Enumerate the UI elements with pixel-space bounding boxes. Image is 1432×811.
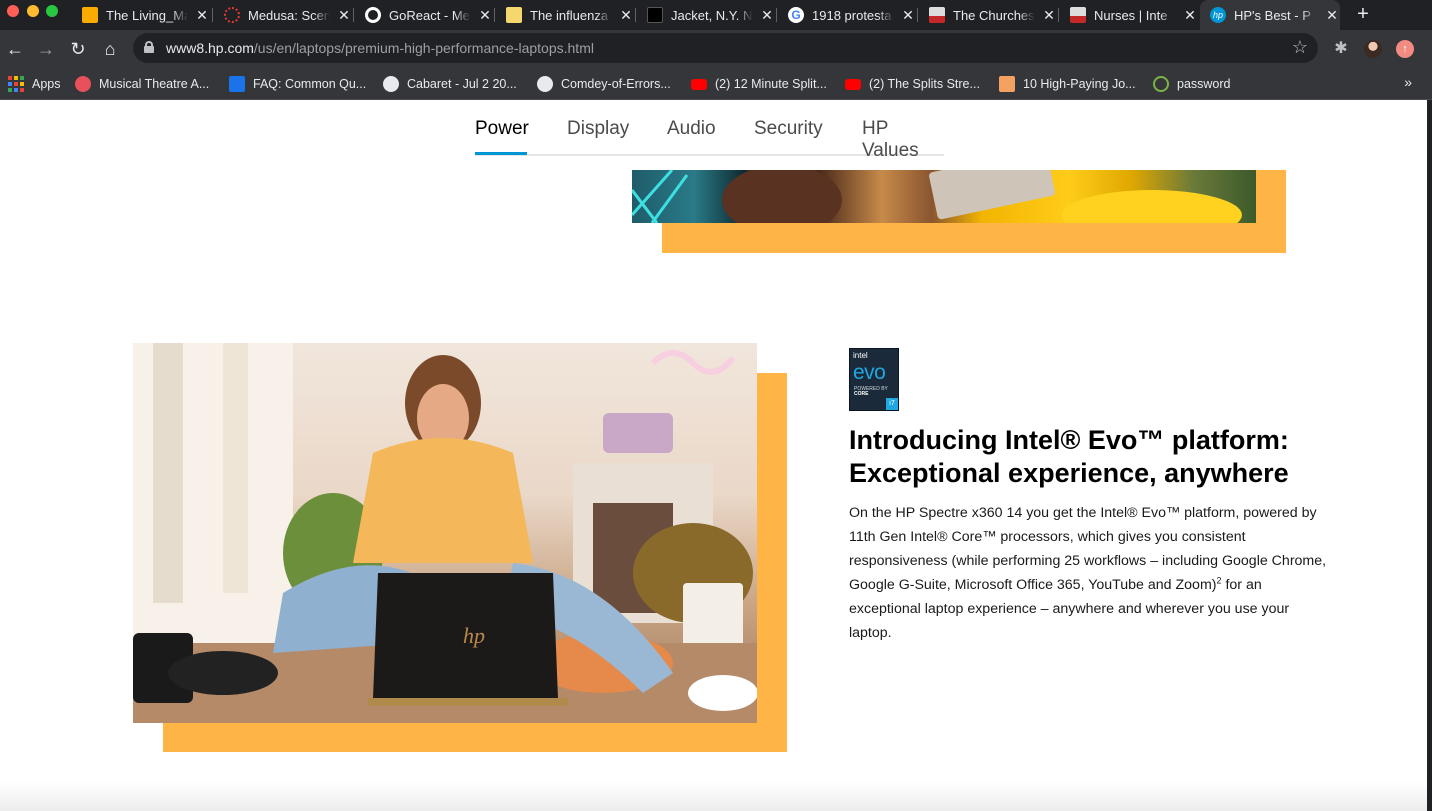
bookmark-faq[interactable]: FAQ: Common Qu... — [229, 74, 366, 94]
forward-arrow-icon[interactable]: → — [35, 38, 57, 60]
tab-strip: The Living_Ma ✕ Medusa: Scen ✕ GoReact -… — [0, 0, 1432, 30]
subnav-audio[interactable]: Audio — [667, 118, 716, 140]
intel-evo-badge: intel evo POWERED BY CORE i7 — [849, 348, 899, 411]
extensions-puzzle-icon[interactable]: ✱ — [1332, 40, 1350, 58]
feature-description: On the HP Spectre x360 14 you get the In… — [849, 505, 1327, 641]
tab-1918-protest[interactable]: G 1918 protesta ✕ — [788, 0, 916, 30]
zoom-window-button[interactable] — [46, 5, 58, 17]
close-tab-icon[interactable]: ✕ — [477, 7, 493, 24]
tab-title: 1918 protesta — [812, 7, 892, 23]
tab-title: Medusa: Scen — [248, 7, 330, 23]
url-text[interactable]: www8.hp.com/us/en/laptops/premium-high-p… — [166, 40, 594, 56]
active-tab-underline — [475, 152, 527, 155]
close-tab-icon[interactable]: ✕ — [618, 7, 634, 24]
bookmark-splits-stretch[interactable]: (2) The Splits Stre... — [845, 74, 980, 94]
tab-influenza[interactable]: The influenza ✕ — [506, 0, 634, 30]
browser-toolbar: ← → ↻ ⌂ www8.hp.com/us/en/laptops/premiu… — [0, 30, 1432, 68]
medusa-icon — [224, 7, 240, 23]
nurses-icon — [1070, 7, 1086, 23]
feature-heading: Introducing Intel® Evo™ platform: Except… — [849, 425, 1289, 488]
bookmark-cabaret[interactable]: Cabaret - Jul 2 20... — [383, 74, 517, 94]
bookmark-password[interactable]: password — [1153, 74, 1231, 94]
tab-living-ma[interactable]: The Living_Ma ✕ — [82, 0, 210, 30]
profile-avatar[interactable] — [1364, 40, 1382, 58]
bookmark-12-minute-split[interactable]: (2) 12 Minute Split... — [691, 74, 827, 94]
close-tab-icon[interactable]: ✕ — [1182, 7, 1198, 24]
tab-jacket[interactable]: Jacket, N.Y. N ✕ — [647, 0, 775, 30]
globe-icon — [383, 76, 399, 92]
faq-icon — [229, 76, 245, 92]
bookmark-comedy-of-errors[interactable]: Comdey-of-Errors... — [537, 74, 671, 94]
close-tab-icon[interactable]: ✕ — [900, 7, 916, 24]
jobs-icon — [999, 76, 1015, 92]
subnav-hp-values[interactable]: HP Values — [862, 118, 944, 162]
page-viewport: Power Display Audio Security HP Values h… — [0, 100, 1427, 811]
globe-icon — [537, 76, 553, 92]
tab-title: The influenza — [530, 7, 609, 23]
churches-icon — [929, 7, 945, 23]
hp-icon: hp — [1210, 7, 1226, 23]
subnav-display[interactable]: Display — [567, 118, 629, 140]
bookmark-musical-theatre[interactable]: Musical Theatre A... — [75, 74, 209, 94]
woman-using-laptop-photo: hp — [133, 343, 757, 723]
page-fade — [0, 781, 1427, 811]
jacket-icon — [647, 7, 663, 23]
tab-title: GoReact - Me — [389, 7, 470, 23]
google-icon: G — [788, 7, 804, 23]
password-icon — [1153, 76, 1169, 92]
back-arrow-icon[interactable]: ← — [4, 38, 26, 60]
tab-title: Nurses | Inte — [1094, 7, 1168, 23]
window-edge — [1427, 100, 1432, 811]
close-tab-icon[interactable]: ✕ — [336, 7, 352, 24]
bookmark-apps[interactable]: Apps — [8, 74, 61, 94]
home-icon[interactable]: ⌂ — [99, 38, 121, 60]
close-tab-icon[interactable]: ✕ — [759, 7, 775, 24]
tab-medusa[interactable]: Medusa: Scen ✕ — [224, 0, 352, 30]
goreact-icon — [365, 7, 381, 23]
tab-goreact[interactable]: GoReact - Me ✕ — [365, 0, 493, 30]
musical-theatre-icon — [75, 76, 91, 92]
slides-icon — [82, 7, 98, 23]
update-icon[interactable]: ↑ — [1396, 40, 1414, 58]
subnav-power[interactable]: Power — [475, 118, 529, 140]
close-tab-icon[interactable]: ✕ — [1041, 7, 1057, 24]
apps-grid-icon — [8, 76, 24, 92]
tab-title: The Churches — [953, 7, 1035, 23]
close-tab-icon[interactable]: ✕ — [1324, 7, 1340, 24]
tab-churches[interactable]: The Churches ✕ — [929, 0, 1057, 30]
tab-title: HP's Best - P — [1234, 7, 1311, 23]
tab-title: The Living_Ma — [106, 7, 188, 23]
youtube-icon — [845, 78, 861, 90]
new-tab-button[interactable]: + — [1353, 3, 1373, 25]
bookmark-high-paying-jobs[interactable]: 10 High-Paying Jo... — [999, 74, 1136, 94]
bookmark-star-icon[interactable]: ☆ — [1292, 37, 1308, 58]
reload-icon[interactable]: ↻ — [67, 38, 89, 60]
influenza-icon — [506, 7, 522, 23]
bookmarks-overflow-button[interactable]: » — [1404, 74, 1412, 90]
tab-hp-best[interactable]: hp HP's Best - P ✕ — [1200, 0, 1340, 30]
svg-text:hp: hp — [463, 623, 485, 648]
subnav-security[interactable]: Security — [754, 118, 823, 140]
close-tab-icon[interactable]: ✕ — [194, 7, 210, 24]
tab-title: Jacket, N.Y. N — [671, 7, 753, 23]
bookmarks-bar: Apps Musical Theatre A... FAQ: Common Qu… — [0, 68, 1432, 100]
section-subnav: Power Display Audio Security HP Values — [475, 100, 944, 161]
laptop-lifestyle-photo — [632, 170, 1256, 223]
address-bar[interactable]: www8.hp.com/us/en/laptops/premium-high-p… — [133, 33, 1318, 63]
youtube-icon — [691, 78, 707, 90]
minimize-window-button[interactable] — [27, 5, 39, 17]
lock-icon[interactable] — [144, 41, 154, 53]
tab-nurses[interactable]: Nurses | Inte ✕ — [1070, 0, 1198, 30]
close-window-button[interactable] — [7, 5, 19, 17]
